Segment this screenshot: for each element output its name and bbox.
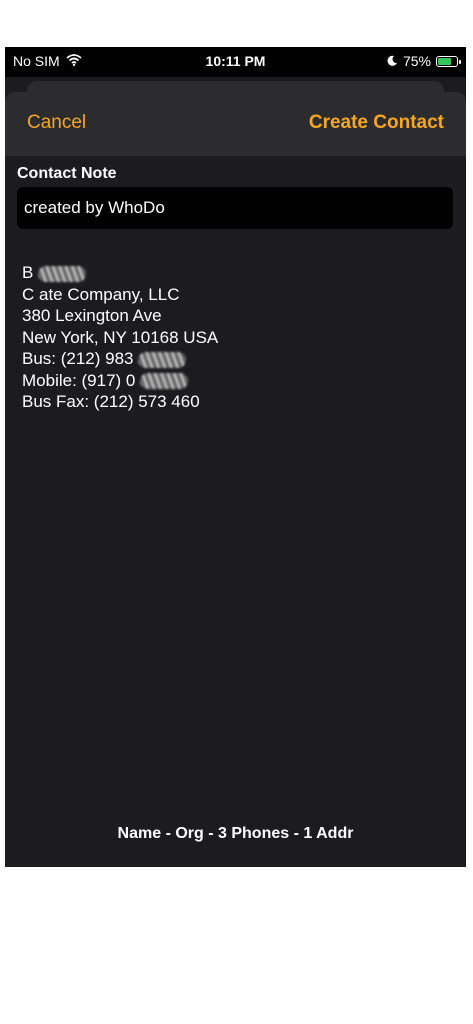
- contact-mobile-phone: Mobile: (917) 0: [22, 370, 136, 390]
- moon-icon: [387, 53, 398, 69]
- contact-bus-phone-line: Bus: (212) 983: [22, 348, 442, 370]
- contact-name: B: [22, 263, 34, 282]
- contact-bus-fax: Bus Fax: (212) 573 460: [22, 392, 200, 411]
- contact-organization: C ate Company, LLC: [22, 284, 180, 304]
- phone-screen: No SIM 10:11 PM 75% Cancel Create Contac…: [5, 47, 466, 867]
- redaction-blur: [138, 351, 187, 368]
- create-contact-sheet: Cancel Create Contact Contact Note creat…: [5, 92, 466, 867]
- battery-percent: 75%: [402, 53, 431, 69]
- contact-details: B C ate Company, LLC 380 Lexington Ave N…: [22, 262, 442, 413]
- contact-note-label: Contact Note: [17, 165, 117, 182]
- status-right: 75%: [387, 53, 461, 69]
- battery-icon: [436, 55, 461, 67]
- contact-city: New York, NY 10168 USA: [22, 327, 219, 347]
- status-bar: No SIM 10:11 PM 75%: [5, 47, 466, 77]
- battery-fill: [438, 57, 451, 65]
- contact-summary: Name - Org - 3 Phones - 1 Addr: [117, 825, 354, 842]
- contact-street: 380 Lexington Ave: [22, 306, 162, 325]
- cancel-button[interactable]: Cancel: [27, 112, 86, 134]
- contact-bus-phone: Bus: (212) 983: [22, 349, 134, 368]
- redaction-blur: [38, 265, 87, 282]
- redaction-blur: [140, 373, 189, 390]
- nav-bar: Cancel Create Contact: [5, 92, 466, 156]
- contact-name-line: B: [22, 262, 442, 284]
- contact-note-field[interactable]: created by WhoDo: [17, 187, 453, 229]
- contact-org-line: C ate Company, LLC: [22, 284, 442, 306]
- create-contact-button[interactable]: Create Contact: [309, 112, 444, 134]
- contact-mobile-line: Mobile: (917) 0: [22, 370, 442, 392]
